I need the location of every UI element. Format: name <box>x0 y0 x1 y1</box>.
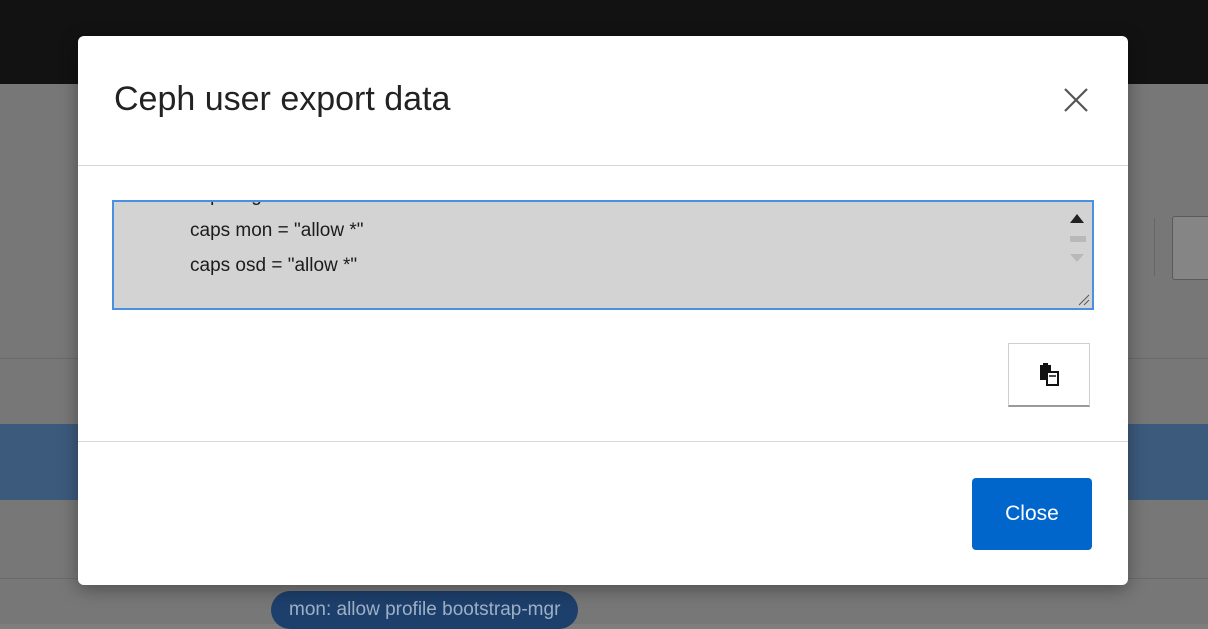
scroll-thumb[interactable] <box>1070 236 1086 242</box>
textarea-line: caps mon = "allow *" <box>190 220 364 241</box>
scroll-down-arrow-icon[interactable] <box>1070 254 1084 262</box>
scroll-up-arrow-icon[interactable] <box>1070 214 1084 223</box>
export-data-modal: Ceph user export data caps mgr = "allow … <box>78 36 1128 585</box>
clipboard-icon <box>1040 362 1059 386</box>
close-button[interactable]: Close <box>972 478 1092 550</box>
background-control <box>1172 216 1208 280</box>
modal-body: caps mgr = "allow *" caps mon = "allow *"… <box>78 166 1128 441</box>
close-icon[interactable] <box>1060 84 1092 116</box>
modal-title: Ceph user export data <box>114 80 451 118</box>
textarea-line: caps osd = "allow *" <box>190 255 358 276</box>
modal-header: Ceph user export data <box>78 36 1128 166</box>
export-data-textarea[interactable]: caps mgr = "allow *" caps mon = "allow *"… <box>112 200 1094 310</box>
copy-to-clipboard-button[interactable] <box>1008 343 1090 407</box>
textarea-line: caps mgr = "allow *" <box>190 202 364 213</box>
background-capability-badge: mon: allow profile bootstrap-mgr <box>271 591 579 629</box>
background-separator <box>1154 218 1155 276</box>
modal-footer: Close <box>78 441 1128 586</box>
resize-grip-icon[interactable] <box>1076 292 1090 306</box>
textarea-content: caps mgr = "allow *" caps mon = "allow *"… <box>190 202 364 283</box>
